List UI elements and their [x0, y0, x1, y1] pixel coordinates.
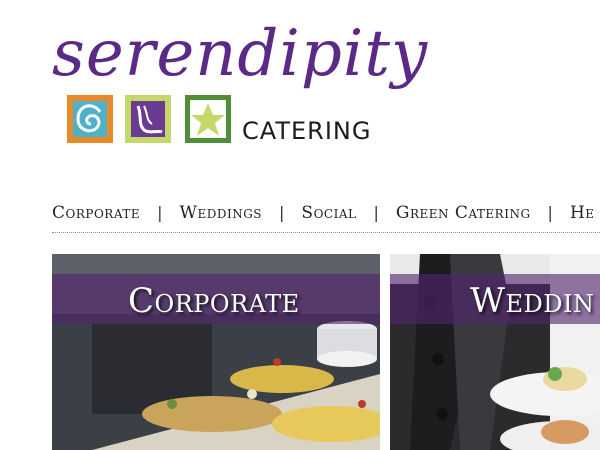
nav-separator: | [157, 203, 163, 222]
site-logo[interactable]: serendipity CATERING [52, 14, 432, 154]
nav-item-weddings[interactable]: Weddings [180, 196, 263, 230]
nav-separator: | [279, 203, 285, 222]
tile-label: Corporate [128, 281, 300, 321]
nav-item-more[interactable]: He [570, 196, 595, 230]
nav-separator: | [373, 203, 379, 222]
nav-item-green-catering[interactable]: Green Catering [396, 196, 531, 230]
nav-item-social[interactable]: Social [301, 196, 356, 230]
main-nav: Corporate | Weddings | Social | Green Catering… [52, 196, 600, 233]
tile-weddings[interactable]: Weddin [390, 254, 600, 450]
nav-separator: | [547, 203, 553, 222]
swirl-icon [66, 94, 114, 144]
logo-wordmark: serendipity [52, 17, 429, 91]
tile-corporate[interactable]: Corporate [52, 254, 380, 450]
star-icon [184, 94, 232, 144]
nav-item-corporate[interactable]: Corporate [52, 196, 140, 230]
logo-tagline: CATERING [242, 117, 372, 145]
wave-icon [124, 94, 172, 144]
tile-label: Weddin [470, 281, 595, 321]
